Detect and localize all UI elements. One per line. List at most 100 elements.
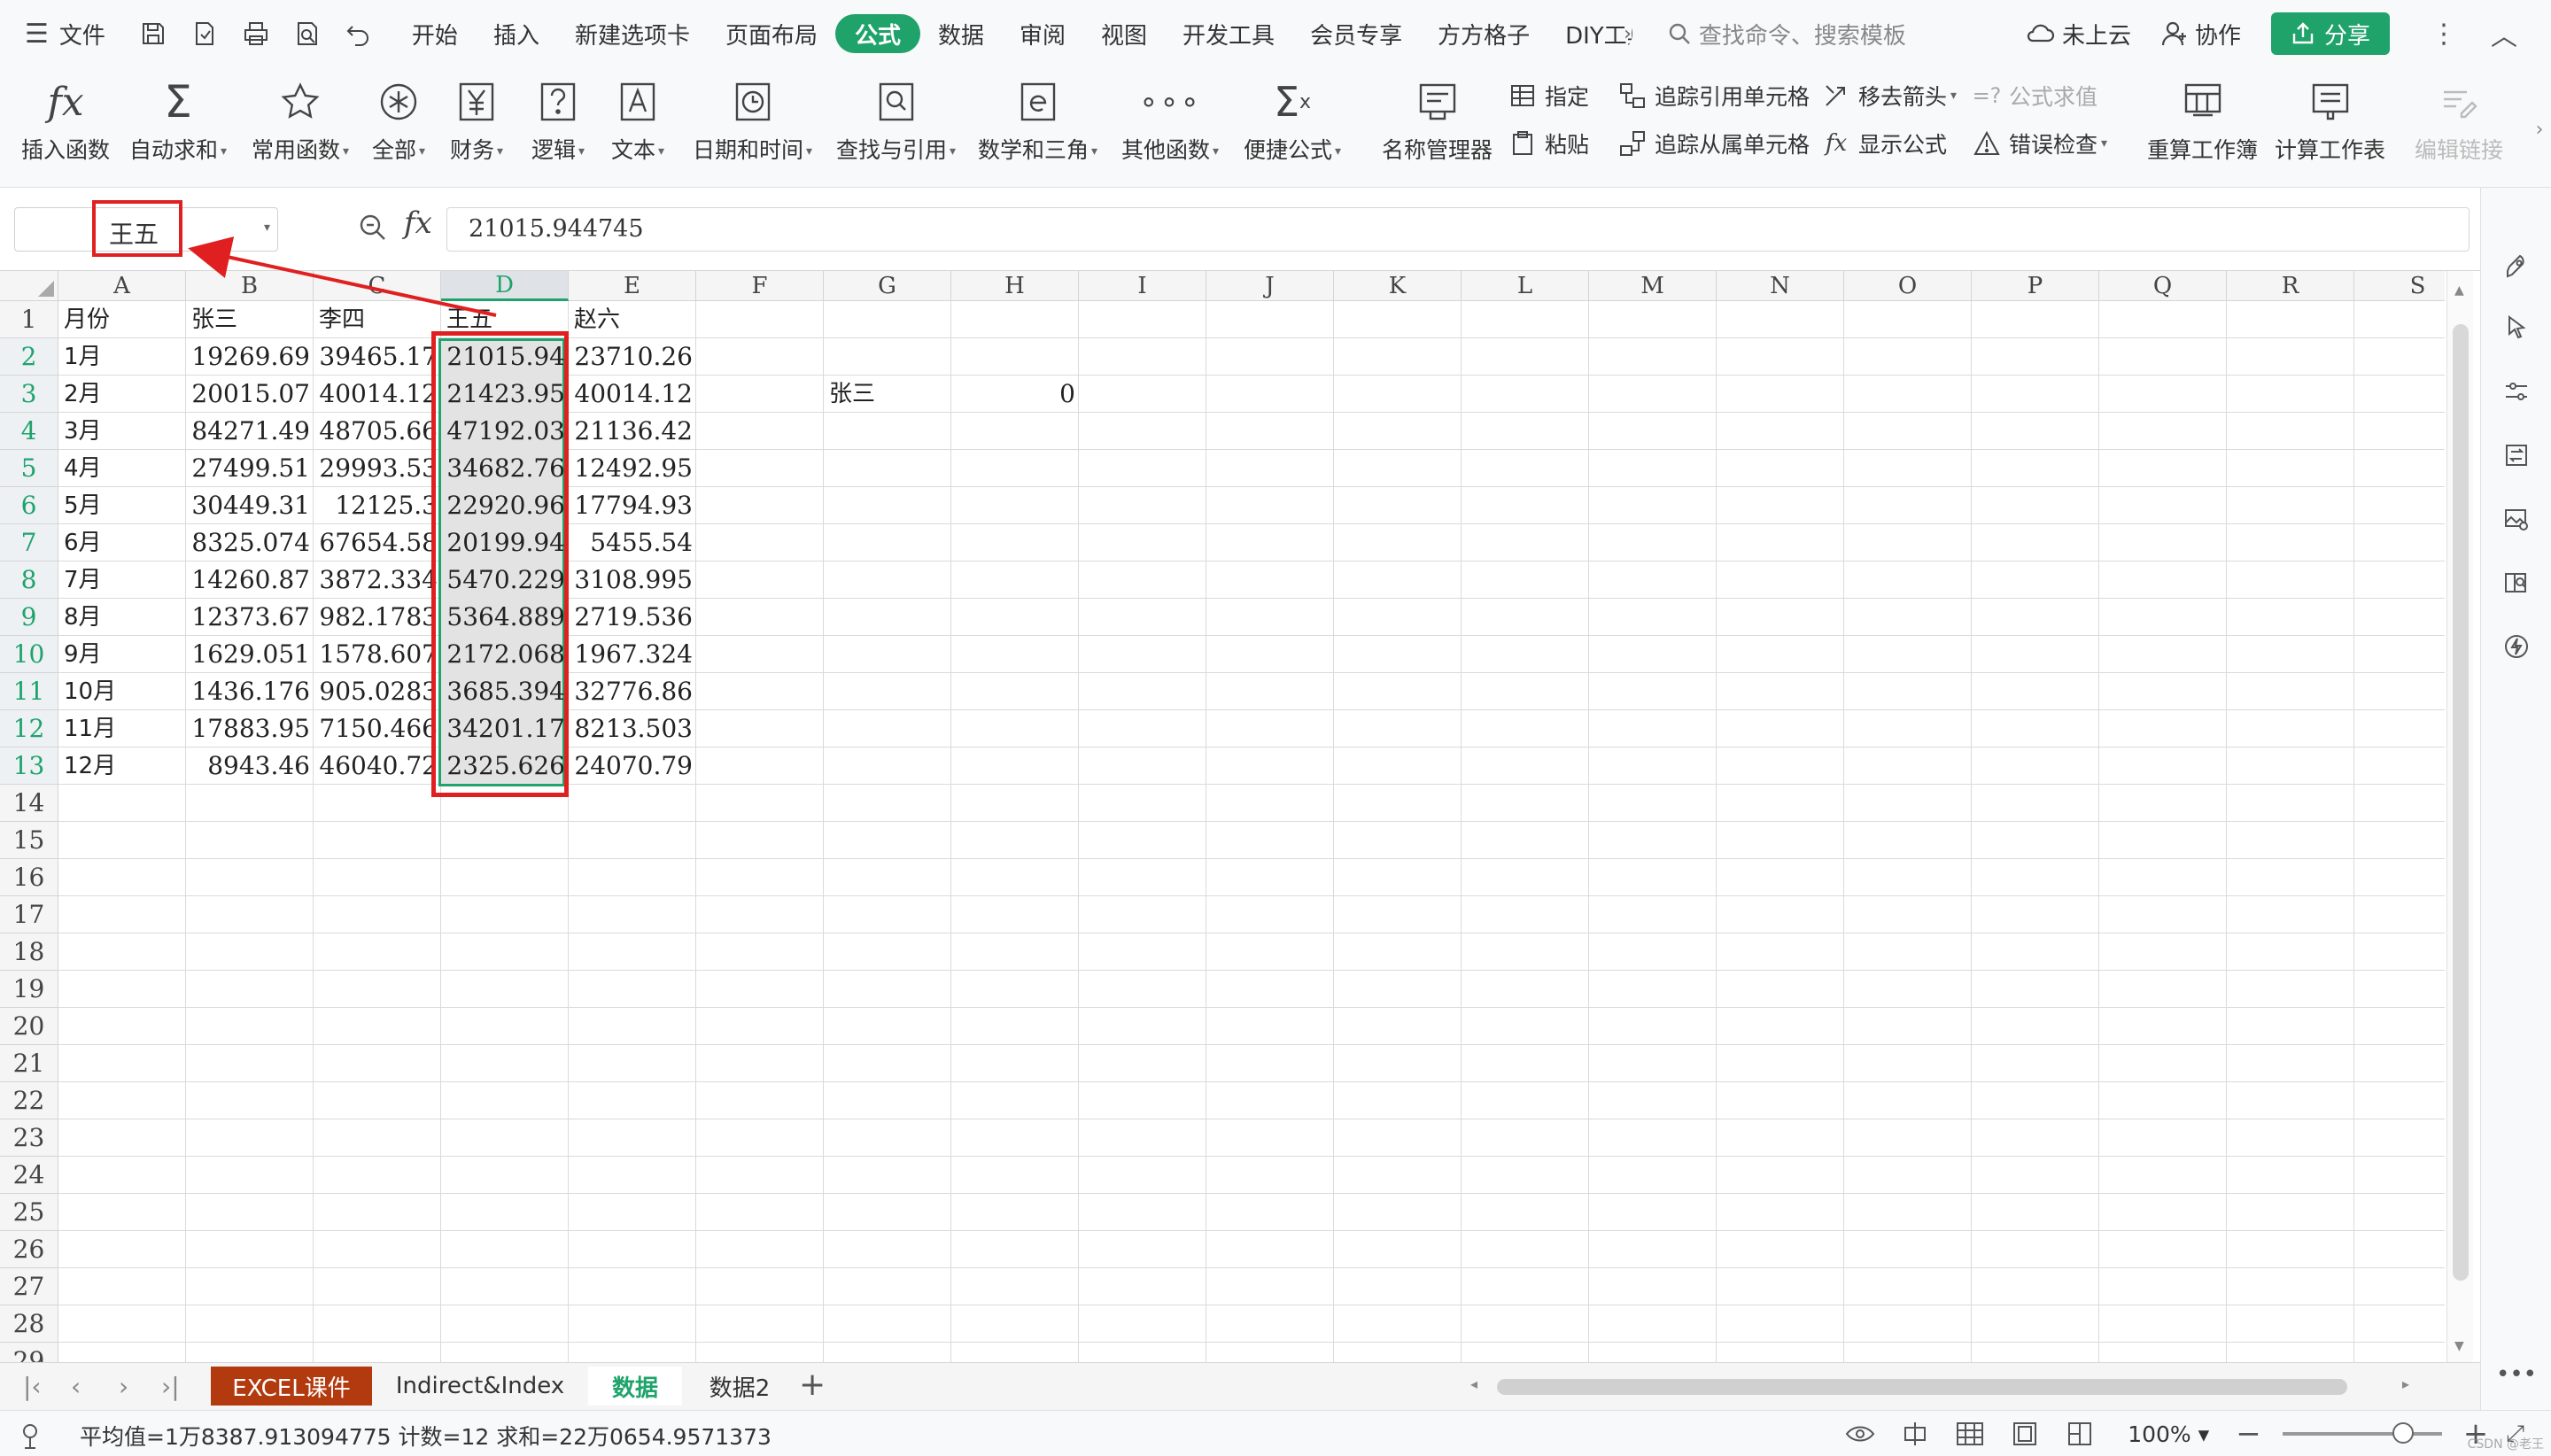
rocket-icon[interactable] — [2501, 252, 2532, 283]
table-cell[interactable]: 5月 — [58, 487, 186, 524]
row-header-25[interactable]: 25 — [0, 1194, 58, 1231]
zoom-out-icon[interactable]: − — [2236, 1416, 2261, 1452]
zoom-level[interactable]: 100% ▾ — [2128, 1421, 2209, 1447]
row-header-26[interactable]: 26 — [0, 1231, 58, 1268]
table-cell[interactable]: 40014.12 — [314, 376, 441, 413]
column-header-r[interactable]: R — [2227, 271, 2354, 301]
row-header-28[interactable]: 28 — [0, 1305, 58, 1343]
sheet-tab-data2[interactable]: 数据2 — [693, 1367, 787, 1406]
tab-formulas[interactable]: 公式 — [834, 14, 920, 53]
math-trig-button[interactable]: 数学和三角 ▾ — [978, 76, 1097, 165]
table-cell[interactable]: 6月 — [58, 524, 186, 561]
pointer-icon[interactable] — [2501, 312, 2532, 344]
tab-view[interactable]: 视图 — [1083, 14, 1165, 53]
column-header-q[interactable]: Q — [2099, 271, 2227, 301]
row-header-15[interactable]: 15 — [0, 822, 58, 859]
sheet-tab-excel-course[interactable]: EXCEL课件 — [211, 1367, 372, 1406]
logic-button[interactable]: 逻辑 ▾ — [531, 76, 585, 165]
tab-insert[interactable]: 插入 — [476, 14, 557, 53]
tabs-more-icon[interactable]: › — [1624, 23, 1632, 45]
table-cell[interactable]: 67654.58 — [314, 524, 441, 561]
scroll-up-icon[interactable]: ▲ — [2454, 283, 2464, 298]
vertical-scrollbar[interactable]: ▲ ▼ — [2446, 271, 2473, 1362]
table-cell[interactable]: 40014.12 — [569, 376, 696, 413]
cloud-status-button[interactable]: 未上云 — [2025, 18, 2131, 50]
row-header-16[interactable]: 16 — [0, 859, 58, 896]
side-more-icon[interactable]: ••• — [2496, 1359, 2537, 1390]
table-cell[interactable]: 12492.95 — [569, 450, 696, 487]
row-header-12[interactable]: 12 — [0, 710, 58, 747]
macro-record-icon[interactable] — [18, 1421, 48, 1451]
more-options-icon[interactable]: ⋮ — [2431, 19, 2457, 50]
table-cell[interactable]: 23710.26 — [569, 338, 696, 376]
common-functions-button[interactable]: 常用函数 ▾ — [252, 76, 349, 165]
table-cell[interactable]: 8月 — [58, 599, 186, 636]
table-cell[interactable]: 8213.503 — [569, 710, 696, 747]
share-button[interactable]: 分享 — [2270, 12, 2390, 55]
tab-data[interactable]: 数据 — [920, 14, 1002, 53]
tab-review[interactable]: 审阅 — [1002, 14, 1083, 53]
evaluate-formula-button[interactable]: =? 公式求值 — [1972, 80, 2097, 112]
row-header-20[interactable]: 20 — [0, 1008, 58, 1045]
table-cell[interactable]: 10月 — [58, 673, 186, 710]
table-cell[interactable]: 1436.176 — [186, 673, 314, 710]
book-search-icon[interactable] — [2501, 567, 2532, 599]
save-icon[interactable] — [137, 18, 169, 50]
tab-new-tab[interactable]: 新建选项卡 — [557, 14, 708, 53]
edit-links-button[interactable]: 编辑链接 — [2415, 76, 2503, 165]
sliders-icon[interactable] — [2501, 376, 2532, 407]
first-sheet-icon[interactable]: |‹ — [23, 1372, 42, 1401]
fx-icon[interactable]: fx — [404, 205, 432, 241]
table-cell[interactable]: 3108.995 — [569, 561, 696, 599]
column-header-b[interactable]: B — [186, 271, 314, 301]
table-cell[interactable]: 905.0283 — [314, 673, 441, 710]
table-cell[interactable]: 29993.53 — [314, 450, 441, 487]
tab-member[interactable]: 会员专享 — [1292, 14, 1420, 53]
row-header-29[interactable]: 29 — [0, 1343, 58, 1362]
row-header-11[interactable]: 11 — [0, 673, 58, 710]
column-header-l[interactable]: L — [1462, 271, 1589, 301]
print-icon[interactable] — [240, 18, 272, 50]
table-cell[interactable]: 1月 — [58, 338, 186, 376]
table-cell[interactable]: 14260.87 — [186, 561, 314, 599]
table-cell[interactable]: 19269.69 — [186, 338, 314, 376]
tab-diy-tools[interactable]: DIY工具 — [1547, 14, 1632, 53]
assign-name-button[interactable]: 指定 — [1508, 80, 1589, 112]
table-cell[interactable]: 12373.67 — [186, 599, 314, 636]
show-formulas-button[interactable]: fx 显示公式 — [1821, 128, 1947, 159]
all-functions-button[interactable]: 全部 ▾ — [372, 76, 425, 165]
row-header-4[interactable]: 4 — [0, 413, 58, 450]
row-header-19[interactable]: 19 — [0, 971, 58, 1008]
datetime-button[interactable]: 日期和时间 ▾ — [693, 76, 812, 165]
table-cell[interactable]: 20015.07 — [186, 376, 314, 413]
column-header-n[interactable]: N — [1717, 271, 1844, 301]
zoom-formula-icon[interactable] — [358, 213, 388, 243]
table-cell[interactable]: 1967.324 — [569, 636, 696, 673]
lookup-label-cell[interactable]: 张三 — [824, 376, 951, 413]
page-layout-view-icon[interactable] — [2009, 1418, 2041, 1450]
text-functions-button[interactable]: 文本 ▾ — [611, 76, 664, 165]
column-header-d[interactable]: D — [441, 271, 569, 301]
quick-formula-button[interactable]: Σx 便捷公式 ▾ — [1244, 76, 1341, 165]
tab-page-layout[interactable]: 页面布局 — [708, 14, 835, 53]
table-cell[interactable]: 30449.31 — [186, 487, 314, 524]
collaborate-button[interactable]: 协作 — [2161, 18, 2241, 50]
header-cell-e[interactable]: 赵六 — [569, 301, 696, 338]
name-manager-button[interactable]: 名称管理器 — [1382, 76, 1493, 165]
table-cell[interactable]: 9月 — [58, 636, 186, 673]
sheet-tab-indirect-index[interactable]: Indirect&Index — [383, 1367, 578, 1406]
row-header-1[interactable]: 1 — [0, 301, 58, 338]
table-cell[interactable]: 7月 — [58, 561, 186, 599]
header-cell-b[interactable]: 张三 — [186, 301, 314, 338]
column-header-f[interactable]: F — [696, 271, 824, 301]
row-header-9[interactable]: 9 — [0, 599, 58, 636]
table-cell[interactable]: 27499.51 — [186, 450, 314, 487]
next-sheet-icon[interactable]: › — [119, 1372, 128, 1401]
column-header-h[interactable]: H — [951, 271, 1079, 301]
tab-home[interactable]: 开始 — [394, 14, 476, 53]
table-cell[interactable]: 24070.79 — [569, 747, 696, 785]
row-header-22[interactable]: 22 — [0, 1082, 58, 1119]
table-cell[interactable]: 982.1783 — [314, 599, 441, 636]
last-sheet-icon[interactable]: ›| — [161, 1372, 180, 1401]
header-cell-a[interactable]: 月份 — [58, 301, 186, 338]
